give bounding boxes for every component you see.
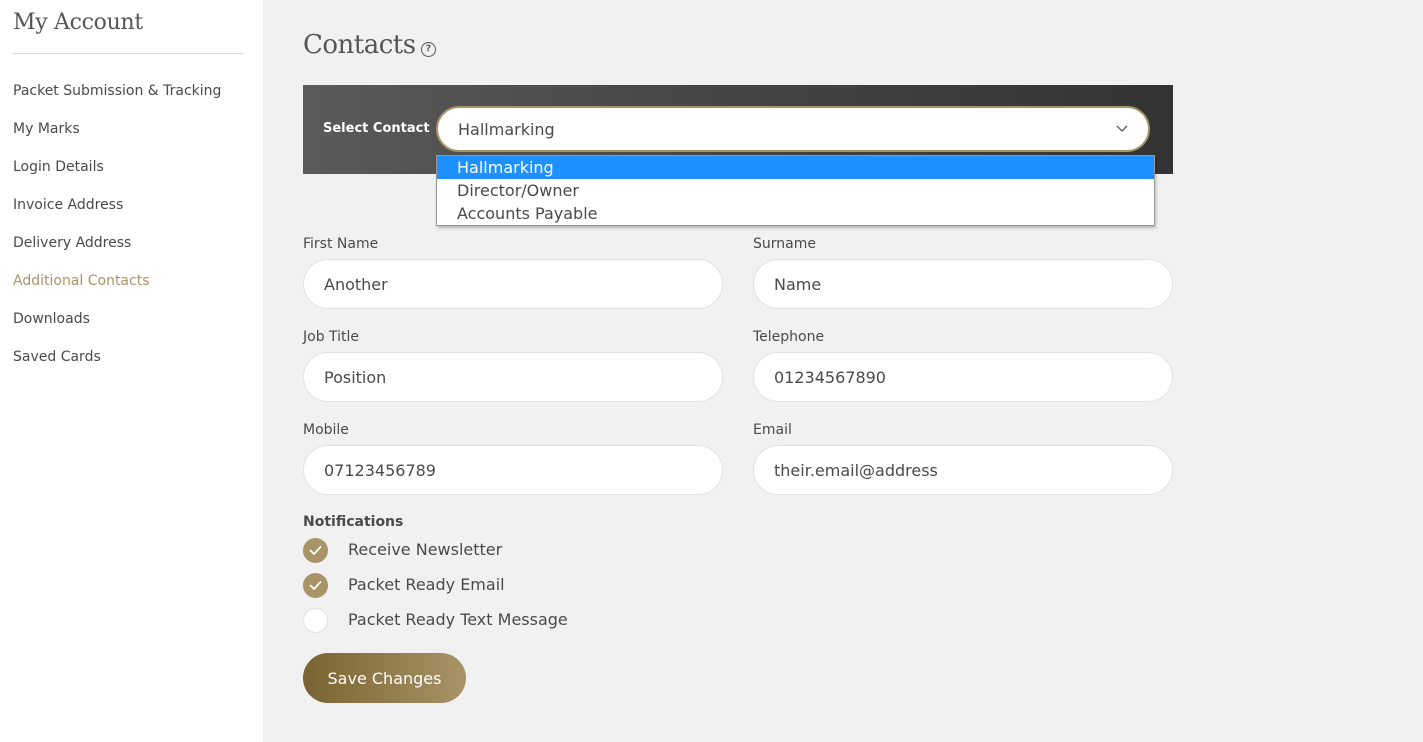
sidebar-divider [13,53,243,54]
surname-label: Surname [753,236,816,252]
option-director-owner[interactable]: Director/Owner [437,179,1154,202]
notification-label: Packet Ready Text Message [348,610,568,629]
checkbox-checked[interactable] [303,538,328,563]
option-hallmarking[interactable]: Hallmarking [437,156,1154,179]
sidebar-item-my-marks[interactable]: My Marks [13,120,221,158]
option-accounts-payable[interactable]: Accounts Payable [437,202,1154,225]
telephone-field[interactable] [753,352,1173,402]
first-name-label: First Name [303,236,379,252]
page-title: Contacts [303,30,416,60]
sidebar-item-packet-submission[interactable]: Packet Submission & Tracking [13,82,221,120]
sidebar-nav: Packet Submission & Tracking My Marks Lo… [13,82,221,386]
checkbox-checked[interactable] [303,573,328,598]
chevron-down-icon [1116,125,1128,132]
notifications-title: Notifications [303,514,404,530]
email-field[interactable] [753,445,1173,495]
question-circle-icon[interactable]: ? [421,42,436,57]
main-content: Contacts ? Select Contact Hallmarking Ha… [263,0,1423,742]
email-label: Email [753,422,792,438]
telephone-label: Telephone [753,329,825,345]
first-name-field[interactable] [303,259,723,309]
select-contact-label: Select Contact [323,121,430,136]
sidebar-item-additional-contacts[interactable]: Additional Contacts [13,272,221,310]
sidebar: My Account Packet Submission & Tracking … [0,0,263,742]
sidebar-title: My Account [13,10,143,35]
job-title-field[interactable] [303,352,723,402]
mobile-label: Mobile [303,422,349,438]
save-changes-button[interactable]: Save Changes [303,653,466,703]
sidebar-item-login-details[interactable]: Login Details [13,158,221,196]
checkbox-unchecked[interactable] [303,608,328,633]
sidebar-item-saved-cards[interactable]: Saved Cards [13,348,221,386]
sidebar-item-delivery-address[interactable]: Delivery Address [13,234,221,272]
sidebar-item-downloads[interactable]: Downloads [13,310,221,348]
select-contact-options: Hallmarking Director/Owner Accounts Paya… [436,155,1155,226]
mobile-field[interactable] [303,445,723,495]
checkmark-icon [309,581,322,590]
select-contact-dropdown[interactable]: Hallmarking [436,106,1150,152]
job-title-label: Job Title [303,329,360,345]
notification-label: Packet Ready Email [348,575,505,594]
sidebar-item-invoice-address[interactable]: Invoice Address [13,196,221,234]
surname-field[interactable] [753,259,1173,309]
notification-label: Receive Newsletter [348,540,503,559]
select-contact-value: Hallmarking [458,120,555,139]
checkmark-icon [309,546,322,555]
